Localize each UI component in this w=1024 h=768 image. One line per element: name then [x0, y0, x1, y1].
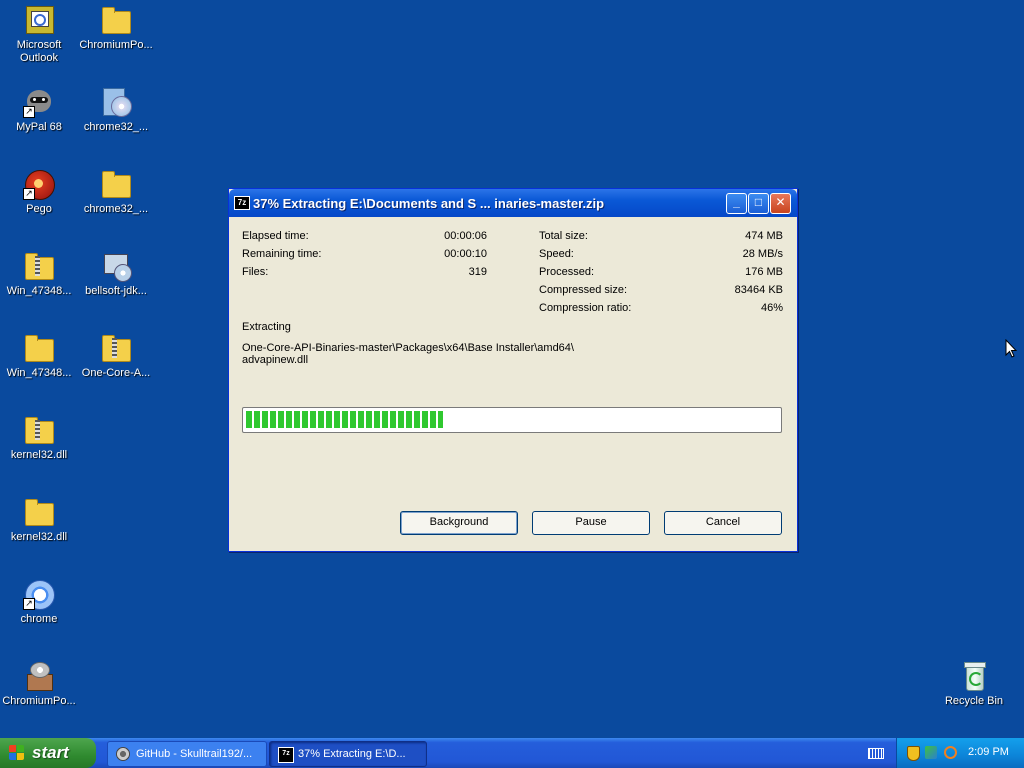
desktop-icon-label: chrome32_... — [83, 203, 149, 215]
start-label: start — [32, 743, 69, 762]
stat-value: 319 — [468, 266, 487, 278]
installer-computer-icon — [100, 250, 132, 282]
current-file-path-line2: advapinew.dll — [242, 354, 309, 366]
pause-button[interactable]: Pause — [532, 511, 650, 535]
extraction-dialog: 7z 37% Extracting E:\Documents and S ...… — [228, 188, 798, 552]
7zip-icon: 7z — [234, 196, 250, 210]
stat-label: Speed: — [539, 248, 574, 260]
clock[interactable]: 2:09 PM — [968, 746, 1009, 758]
windows-logo-icon — [9, 745, 25, 761]
desktop-icon-chrome32-folder[interactable]: chrome32_... — [77, 168, 155, 216]
stat-value: 46% — [760, 302, 783, 314]
desktop-icon-recycle-bin[interactable]: Recycle Bin — [935, 660, 1013, 708]
folder-icon — [100, 4, 132, 36]
stat-value: 176 MB — [745, 266, 783, 278]
dialog-title-bar[interactable]: 7z 37% Extracting E:\Documents and S ...… — [229, 189, 797, 217]
desktop-icon-kernel32-zip[interactable]: kernel32.dll — [0, 414, 78, 462]
taskbar-item-label: 37% Extracting E:\D... — [298, 748, 406, 760]
current-file-path-line1: One-Core-API-Binaries-master\Packages\x6… — [242, 342, 574, 354]
taskbar-item-7zip-extracting[interactable]: 7z 37% Extracting E:\D... — [269, 741, 427, 767]
outlook-icon — [23, 4, 55, 36]
folder-icon — [23, 332, 55, 364]
extraction-progress-bar — [242, 407, 782, 433]
zip-folder-icon — [23, 250, 55, 282]
desktop-icon-chrome32-setup[interactable]: chrome32_... — [77, 86, 155, 134]
desktop-icon-microsoft-outlook[interactable]: Microsoft Outlook — [0, 4, 78, 65]
minimize-button[interactable]: _ — [726, 193, 747, 214]
desktop-icon-label: ChromiumPo... — [2, 695, 76, 707]
desktop-icon-label: kernel32.dll — [10, 531, 68, 543]
taskbar-item-github[interactable]: GitHub - Skulltrail192/... — [107, 741, 267, 767]
installer-box-icon — [23, 660, 55, 692]
desktop-icon-win-47348-folder[interactable]: Win_47348... — [0, 332, 78, 380]
stat-label: Processed: — [539, 266, 595, 278]
desktop-icon-label: chrome32_... — [83, 121, 149, 133]
stat-label: Compressed size: — [539, 284, 628, 296]
folder-icon — [23, 496, 55, 528]
zip-folder-icon — [23, 414, 55, 446]
desktop-icon-win-47348-zip[interactable]: Win_47348... — [0, 250, 78, 298]
stat-label: Compression ratio: — [539, 302, 632, 314]
stat-label: Total size: — [539, 230, 588, 242]
stat-value: 83464 KB — [734, 284, 783, 296]
background-button[interactable]: Background — [400, 511, 518, 535]
recycle-bin-icon — [958, 660, 990, 692]
desktop-icon-label: ChromiumPo... — [79, 39, 153, 51]
desktop-icon-chrome[interactable]: ↗ chrome — [0, 578, 78, 626]
browser-icon — [116, 747, 130, 761]
system-tray: 2:09 PM — [896, 738, 1024, 768]
desktop-icon-kernel32-folder[interactable]: kernel32.dll — [0, 496, 78, 544]
stat-value: 00:00:06 — [444, 230, 487, 242]
folder-icon — [100, 168, 132, 200]
security-shield-icon[interactable] — [907, 746, 920, 761]
start-button[interactable]: start — [0, 738, 96, 768]
desktop-icon-label: Recycle Bin — [944, 695, 1004, 707]
close-button[interactable]: ✕ — [770, 193, 791, 214]
desktop-icon-label: kernel32.dll — [10, 449, 68, 461]
taskbar: start GitHub - Skulltrail192/... 7z 37% … — [0, 738, 1024, 768]
mouse-cursor-icon — [1005, 339, 1017, 358]
desktop-icon-label: Microsoft Outlook — [16, 39, 62, 64]
desktop-icon-bellsoft-jdk[interactable]: bellsoft-jdk... — [77, 250, 155, 298]
desktop-icon-one-core-api-zip[interactable]: One-Core-A... — [77, 332, 155, 380]
setup-cd-icon — [100, 86, 132, 118]
desktop-icon-label: One-Core-A... — [81, 367, 151, 379]
desktop-icon-label: chrome — [20, 613, 58, 625]
stat-label: Files: — [242, 266, 269, 278]
zip-folder-icon — [100, 332, 132, 364]
operation-label: Extracting — [242, 321, 291, 333]
stat-label: Remaining time: — [242, 248, 322, 260]
desktop-icon-label: Win_47348... — [6, 285, 72, 297]
desktop-icon-label: Pego — [26, 203, 52, 215]
dialog-body: Elapsed time: 00:00:06 Remaining time: 0… — [229, 217, 797, 547]
raccoon-icon: ↗ — [23, 86, 55, 118]
7zip-icon: 7z — [278, 747, 294, 763]
maximize-button[interactable]: □ — [748, 193, 769, 214]
pego-icon: ↗ — [23, 168, 55, 200]
stat-value: 00:00:10 — [444, 248, 487, 260]
progress-fill — [246, 411, 443, 428]
desktop-icon-chromiumportable-folder[interactable]: ChromiumPo... — [77, 4, 155, 52]
desktop-icon-label: bellsoft-jdk... — [85, 285, 147, 297]
cancel-button[interactable]: Cancel — [664, 511, 782, 535]
stat-value: 474 MB — [745, 230, 783, 242]
network-icon[interactable] — [925, 746, 937, 759]
desktop-icon-label: Win_47348... — [6, 367, 72, 379]
stat-value: 28 MB/s — [742, 248, 783, 260]
desktop-icon-label: MyPal 68 — [16, 121, 62, 133]
desktop-icon-pego[interactable]: ↗ Pego — [0, 168, 78, 216]
chrome-icon: ↗ — [23, 578, 55, 610]
search-icon[interactable] — [944, 746, 957, 759]
taskbar-item-label: GitHub - Skulltrail192/... — [136, 748, 253, 760]
dialog-title: 37% Extracting E:\Documents and S ... in… — [253, 196, 605, 211]
keyboard-icon[interactable] — [868, 748, 884, 759]
desktop-icon-chromiumportable-setup[interactable]: ChromiumPo... — [0, 660, 78, 708]
desktop-icon-mypal-68[interactable]: ↗ MyPal 68 — [0, 86, 78, 134]
stat-label: Elapsed time: — [242, 230, 309, 242]
